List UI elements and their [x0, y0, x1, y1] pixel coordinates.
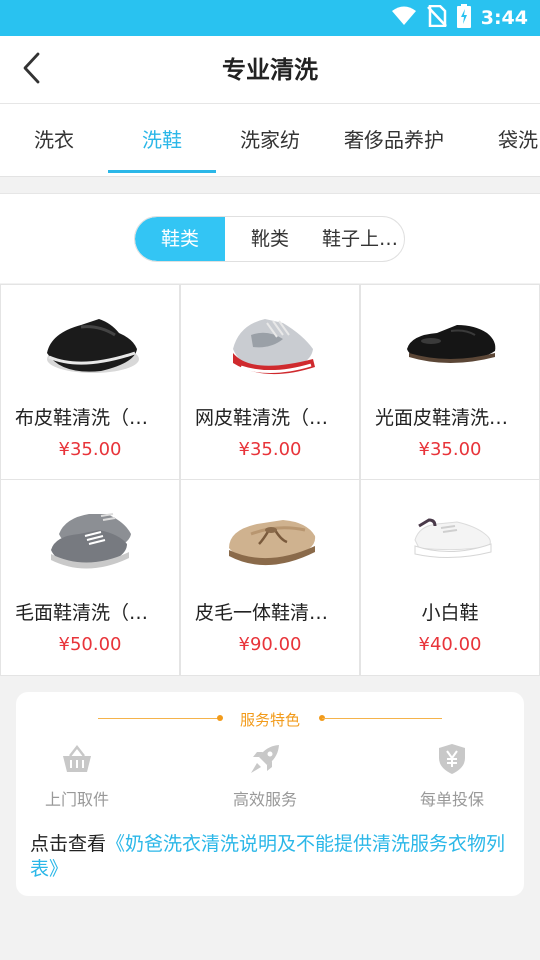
app-bar: 专业清洗	[0, 36, 540, 104]
leather-shoe-image	[401, 305, 501, 385]
service-note-prefix: 点击查看	[30, 833, 107, 855]
product-price: ¥35.00	[238, 439, 302, 460]
battery-charging-icon	[456, 4, 471, 32]
product-price: ¥90.00	[238, 634, 302, 655]
product-card[interactable]: 网皮鞋清洗（… ¥35.00	[180, 284, 360, 480]
product-name: 布皮鞋清洗（…	[15, 407, 149, 429]
tab-laundry[interactable]: 洗衣	[0, 104, 108, 176]
tab-home-textiles[interactable]: 洗家纺	[216, 104, 324, 176]
status-bar: 3:44	[0, 0, 540, 36]
feature-insurance: 每单投保	[387, 742, 517, 810]
product-card[interactable]: 毛面鞋清洗（… ¥50.00	[0, 480, 180, 676]
product-card[interactable]: 皮毛一体鞋清… ¥90.00	[180, 480, 360, 676]
subcategory-segmented-control: 鞋类 靴类 鞋子上…	[134, 216, 405, 262]
feature-efficient: 高效服务	[200, 742, 330, 810]
product-price: ¥35.00	[58, 439, 122, 460]
product-card[interactable]: 光面皮鞋清洗… ¥35.00	[360, 284, 540, 480]
cloth-shoe-image	[41, 305, 141, 385]
segment-shoes[interactable]: 鞋类	[135, 217, 225, 261]
back-chevron-icon	[22, 52, 42, 88]
product-price: ¥50.00	[58, 634, 122, 655]
segment-shoe-upper[interactable]: 鞋子上…	[315, 217, 404, 261]
no-sim-icon	[426, 4, 447, 31]
category-tabs: 洗衣 洗鞋 洗家纺 奢侈品养护 袋洗	[0, 104, 540, 177]
feature-label: 上门取件	[44, 790, 109, 809]
subcategory-bar: 鞋类 靴类 鞋子上…	[0, 193, 540, 283]
wifi-icon	[391, 6, 417, 30]
product-card[interactable]: 布皮鞋清洗（… ¥35.00	[0, 284, 180, 480]
product-name: 皮毛一体鞋清…	[195, 602, 329, 624]
basket-icon	[60, 742, 94, 776]
product-grid: 布皮鞋清洗（… ¥35.00 网皮鞋清洗（… ¥35.00 光面皮鞋清洗… ¥3…	[0, 284, 540, 676]
product-name: 小白鞋	[421, 602, 479, 624]
white-sneaker-image	[401, 500, 501, 580]
product-price: ¥35.00	[418, 439, 482, 460]
segment-boots[interactable]: 靴类	[225, 217, 315, 261]
yen-shield-icon	[435, 742, 469, 776]
back-button[interactable]	[12, 50, 52, 90]
feature-label: 每单投保	[419, 790, 484, 809]
product-name: 网皮鞋清洗（…	[195, 407, 329, 429]
tab-luxury-care[interactable]: 奢侈品养护	[324, 104, 464, 176]
status-time: 3:44	[480, 7, 528, 29]
feature-pickup: 上门取件	[12, 742, 142, 810]
service-title: 服务特色	[239, 711, 300, 729]
product-price: ¥40.00	[418, 634, 482, 655]
tab-bag-wash[interactable]: 袋洗	[476, 104, 540, 176]
rocket-icon	[248, 742, 282, 776]
product-name: 毛面鞋清洗（…	[15, 602, 149, 624]
suede-shoe-image	[41, 500, 141, 580]
product-card[interactable]: 小白鞋 ¥40.00	[360, 480, 540, 676]
service-features-card: 服务特色 上门取件 高效服务 每单投保 点击查看《奶爸洗衣清洗说明及不能提供清洗…	[16, 692, 524, 896]
mesh-sneaker-image	[221, 305, 321, 385]
service-note: 点击查看《奶爸洗衣清洗说明及不能提供清洗服务衣物列表》	[30, 832, 514, 882]
active-tab-indicator	[108, 170, 216, 173]
tab-shoe-wash[interactable]: 洗鞋	[108, 104, 216, 176]
status-icons: 3:44	[391, 0, 528, 36]
fur-moccasin-image	[221, 500, 321, 580]
page-title: 专业清洗	[222, 56, 318, 84]
feature-label: 高效服务	[232, 790, 297, 809]
product-name: 光面皮鞋清洗…	[375, 407, 509, 429]
divider-line	[322, 718, 442, 719]
